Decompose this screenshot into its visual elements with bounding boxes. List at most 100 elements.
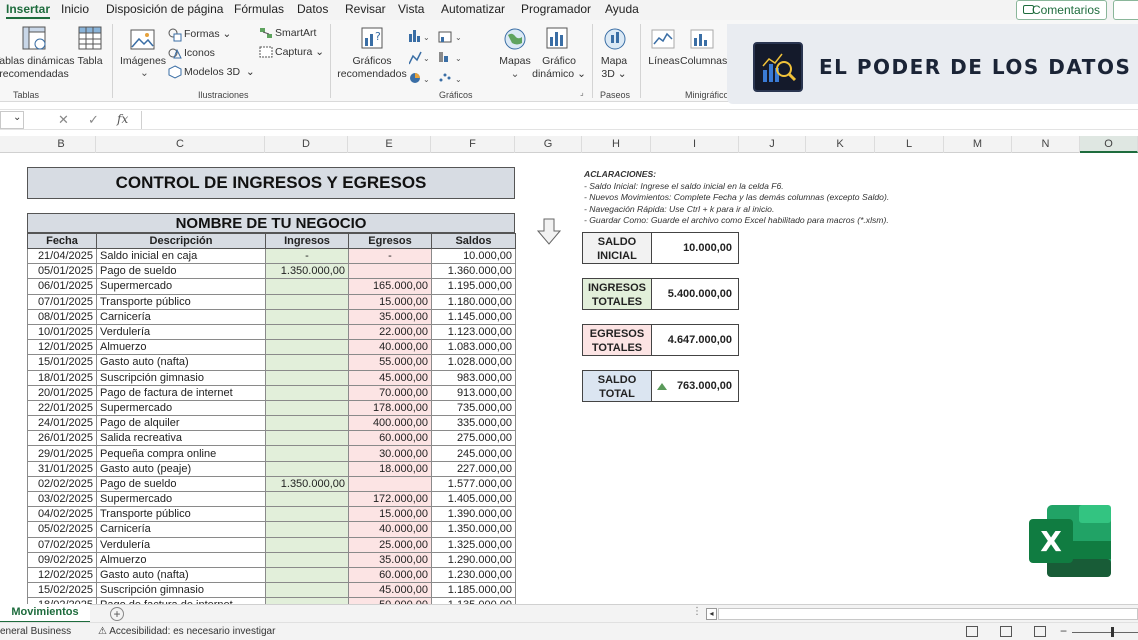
cell-saldo[interactable]: 1.028.000,00 bbox=[431, 354, 516, 371]
name-box[interactable]: ⌄ bbox=[0, 111, 24, 129]
scroll-handle-icon[interactable]: ⋮ bbox=[692, 606, 702, 617]
tab-revisar[interactable]: Revisar bbox=[345, 2, 386, 16]
cell-descripcion[interactable]: Verdulería bbox=[96, 536, 266, 553]
cell-ingresos[interactable] bbox=[265, 354, 349, 371]
column-header[interactable]: M bbox=[944, 136, 1012, 153]
cell-descripcion[interactable]: Carnicería bbox=[96, 521, 266, 538]
tab-automatizar[interactable]: Automatizar bbox=[441, 2, 505, 16]
cell-descripcion[interactable]: Transporte público bbox=[96, 506, 266, 523]
sparkline-columns-button[interactable]: Columnas bbox=[680, 55, 727, 68]
cell-fecha[interactable]: 26/01/2025 bbox=[27, 430, 97, 447]
cell-saldo[interactable]: 10.000,00 bbox=[431, 247, 516, 265]
cell-egresos[interactable]: 60.000,00 bbox=[348, 430, 432, 447]
tab-disposicion[interactable]: Disposición de página bbox=[106, 2, 223, 16]
cell-saldo[interactable]: 1.360.000,00 bbox=[431, 263, 516, 280]
normal-view-icon[interactable] bbox=[966, 626, 978, 637]
column-header[interactable]: I bbox=[651, 136, 739, 153]
chart-types-icons[interactable]: ⌄ ⌄ ⌄ ⌄ ⌄ ⌄ bbox=[409, 28, 469, 86]
cell-ingresos[interactable]: 1.350.000,00 bbox=[265, 263, 349, 280]
cell-saldo[interactable]: 1.230.000,00 bbox=[431, 566, 516, 584]
cell-ingresos[interactable] bbox=[265, 399, 349, 417]
card-saldo-total[interactable]: SALDO TOTAL 763.000,00 bbox=[582, 370, 739, 402]
cell-saldo[interactable]: 1.195.000,00 bbox=[431, 278, 516, 295]
cell-fecha[interactable]: 29/01/2025 bbox=[27, 445, 97, 462]
3d-map-button[interactable]: Mapa 3D ⌄ bbox=[594, 55, 634, 81]
cell-saldo[interactable]: 335.000,00 bbox=[431, 415, 516, 432]
cell-fecha[interactable]: 05/02/2025 bbox=[27, 521, 97, 538]
card-egresos-totales[interactable]: EGRESOS TOTALES 4.647.000,00 bbox=[582, 324, 739, 356]
pivot-table-icon[interactable] bbox=[22, 26, 48, 52]
cell-egresos[interactable]: 165.000,00 bbox=[348, 278, 432, 295]
cell-ingresos[interactable] bbox=[265, 490, 349, 508]
zoom-slider-thumb[interactable] bbox=[1111, 627, 1114, 637]
cell-egresos[interactable]: 45.000,00 bbox=[348, 582, 432, 599]
accessibility-status[interactable]: ⚠ Accesibilidad: es necesario investigar bbox=[98, 626, 275, 637]
zoom-out-button[interactable]: − bbox=[1060, 624, 1067, 638]
cell-fecha[interactable]: 07/01/2025 bbox=[27, 293, 97, 310]
image-icon[interactable] bbox=[130, 28, 156, 52]
chevron-down-icon[interactable]: ⌄ bbox=[140, 67, 149, 79]
cell-descripcion[interactable]: Almuerzo bbox=[96, 551, 266, 568]
cell-egresos[interactable]: - bbox=[348, 247, 432, 265]
add-sheet-button[interactable]: + bbox=[110, 607, 124, 621]
sheet-tab-movimientos[interactable]: Movimientos bbox=[0, 604, 90, 623]
table-icon[interactable] bbox=[78, 26, 104, 52]
cell-fecha[interactable]: 20/01/2025 bbox=[27, 384, 97, 401]
cell-descripcion[interactable]: Pequeña compra online bbox=[96, 445, 266, 462]
cell-egresos[interactable]: 35.000,00 bbox=[348, 551, 432, 568]
cell-saldo[interactable]: 1.083.000,00 bbox=[431, 339, 516, 356]
cell-saldo[interactable]: 1.325.000,00 bbox=[431, 536, 516, 553]
cell-descripcion[interactable]: Verdulería bbox=[96, 323, 266, 341]
dialog-launcher-icon[interactable]: ⌟ bbox=[580, 88, 584, 97]
cell-fecha[interactable]: 18/01/2025 bbox=[27, 369, 97, 386]
cell-ingresos[interactable] bbox=[265, 445, 349, 462]
cell-egresos[interactable]: 25.000,00 bbox=[348, 536, 432, 553]
cell-ingresos[interactable] bbox=[265, 369, 349, 386]
tab-insertar[interactable]: Insertar bbox=[6, 2, 51, 19]
cell-egresos[interactable]: 22.000,00 bbox=[348, 323, 432, 341]
zoom-slider[interactable] bbox=[1072, 632, 1138, 633]
shapes-icon[interactable] bbox=[168, 28, 182, 42]
cell-saldo[interactable]: 1.350.000,00 bbox=[431, 521, 516, 538]
cell-egresos[interactable]: 45.000,00 bbox=[348, 369, 432, 386]
tab-ayuda[interactable]: Ayuda bbox=[605, 2, 639, 16]
cell-fecha[interactable]: 10/01/2025 bbox=[27, 323, 97, 341]
cell-descripcion[interactable]: Salida recreativa bbox=[96, 430, 266, 447]
smartart-icon[interactable] bbox=[259, 27, 273, 39]
cell-ingresos[interactable] bbox=[265, 308, 349, 325]
cell-fecha[interactable]: 21/04/2025 bbox=[27, 247, 97, 265]
column-header[interactable]: K bbox=[806, 136, 875, 153]
column-header[interactable]: J bbox=[739, 136, 806, 153]
cell-saldo[interactable]: 1.290.000,00 bbox=[431, 551, 516, 568]
tab-programador[interactable]: Programador bbox=[521, 2, 591, 16]
sensitivity-label[interactable]: eneral Business bbox=[0, 626, 71, 637]
column-header[interactable]: L bbox=[875, 136, 944, 153]
maps-icon[interactable] bbox=[502, 26, 528, 52]
cell-descripcion[interactable]: Gasto auto (nafta) bbox=[96, 354, 266, 371]
cell-fecha[interactable]: 24/01/2025 bbox=[27, 415, 97, 432]
cell-descripcion[interactable]: Transporte público bbox=[96, 293, 266, 310]
column-header[interactable]: E bbox=[348, 136, 431, 153]
cell-fecha[interactable]: 15/01/2025 bbox=[27, 354, 97, 371]
cell-ingresos[interactable] bbox=[265, 278, 349, 295]
cell-saldo[interactable]: 1.577.000,00 bbox=[431, 475, 516, 493]
column-header[interactable]: H bbox=[582, 136, 651, 153]
cell-descripcion[interactable]: Pago de sueldo bbox=[96, 475, 266, 493]
cell-egresos[interactable]: 18.000,00 bbox=[348, 460, 432, 477]
cell-fecha[interactable]: 02/02/2025 bbox=[27, 475, 97, 493]
cell-descripcion[interactable]: Suscripción gimnasio bbox=[96, 369, 266, 386]
page-layout-icon[interactable] bbox=[1000, 626, 1012, 637]
column-header[interactable]: C bbox=[96, 136, 265, 153]
page-break-icon[interactable] bbox=[1034, 626, 1046, 637]
column-header[interactable]: G bbox=[515, 136, 582, 153]
cell-fecha[interactable]: 04/02/2025 bbox=[27, 506, 97, 523]
cell-egresos[interactable]: 178.000,00 bbox=[348, 399, 432, 417]
header-saldos[interactable]: Saldos bbox=[431, 233, 516, 249]
cell-saldo[interactable]: 1.180.000,00 bbox=[431, 293, 516, 310]
cell-saldo[interactable]: 1.145.000,00 bbox=[431, 308, 516, 325]
screenshot-button[interactable]: Captura ⌄ bbox=[275, 46, 324, 58]
maps-button[interactable]: Mapas ⌄ bbox=[497, 55, 533, 81]
cell-fecha[interactable]: 07/02/2025 bbox=[27, 536, 97, 553]
tab-formulas[interactable]: Fórmulas bbox=[234, 2, 284, 16]
screenshot-icon[interactable] bbox=[259, 46, 273, 58]
